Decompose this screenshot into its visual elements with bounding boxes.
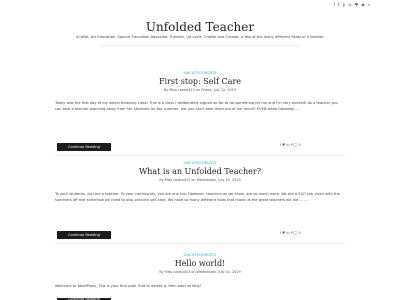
- site-tagline: SCANA, Art Education, Special Education …: [76, 35, 324, 39]
- site-title[interactable]: Unfolded Teacher: [0, 20, 400, 34]
- comment-count[interactable]: ◯ 0: [294, 143, 301, 147]
- heart-icon[interactable]: ♥: [355, 3, 359, 7]
- facebook-icon[interactable]: f: [334, 3, 335, 7]
- header-divider: [100, 45, 300, 46]
- rss-icon[interactable]: ◉: [361, 3, 365, 7]
- share-icons[interactable]: f ♥ in P: [280, 231, 293, 235]
- post-meta: By Miss castro413 on Wednesday, July 10,…: [159, 178, 241, 182]
- post-card: UNCATEGORIZED First stop: Self Care By M…: [55, 70, 345, 156]
- instagram-icon[interactable]: ◎: [348, 3, 352, 7]
- post-title[interactable]: What is an Unfolded Teacher?: [55, 167, 345, 176]
- post-divider: [55, 155, 345, 156]
- post-meta: By Miss castro413 on Friday, July 12, 20…: [164, 88, 236, 92]
- comment-count[interactable]: ◯ 0: [294, 231, 301, 235]
- post-card: UNCATEGORIZED Hello world! By Miss castr…: [55, 252, 345, 300]
- share-icons[interactable]: f ♥ in P: [280, 143, 293, 147]
- post-divider: [55, 243, 345, 244]
- post-title[interactable]: Hello world!: [55, 259, 345, 268]
- pinterest-icon[interactable]: p: [343, 3, 346, 7]
- continue-reading-button[interactable]: Continue Reading: [57, 231, 111, 239]
- post-title[interactable]: First stop: Self Care: [55, 77, 345, 86]
- post-category[interactable]: UNCATEGORIZED: [55, 160, 345, 165]
- social-links: f t p ◎ ♥ ◉ ⌕: [334, 3, 370, 7]
- post-excerpt: Today was the first day of my wheel thro…: [55, 101, 338, 111]
- post-category[interactable]: UNCATEGORIZED: [55, 252, 345, 257]
- post-excerpt: To your students, you are a teacher. To …: [55, 192, 340, 202]
- post-category[interactable]: UNCATEGORIZED: [55, 70, 345, 75]
- post-excerpt: Welcome to WordPress. This is your first…: [55, 284, 201, 288]
- continue-reading-button[interactable]: Continue Reading: [57, 143, 111, 151]
- post-card: UNCATEGORIZED What is an Unfolded Teache…: [55, 160, 345, 244]
- top-bar: f t p ◎ ♥ ◉ ⌕: [0, 0, 400, 10]
- post-meta: By Miss castro413 on Wednesday, July 10,…: [159, 270, 241, 274]
- search-icon[interactable]: ⌕: [368, 3, 370, 7]
- twitter-icon[interactable]: t: [338, 3, 340, 7]
